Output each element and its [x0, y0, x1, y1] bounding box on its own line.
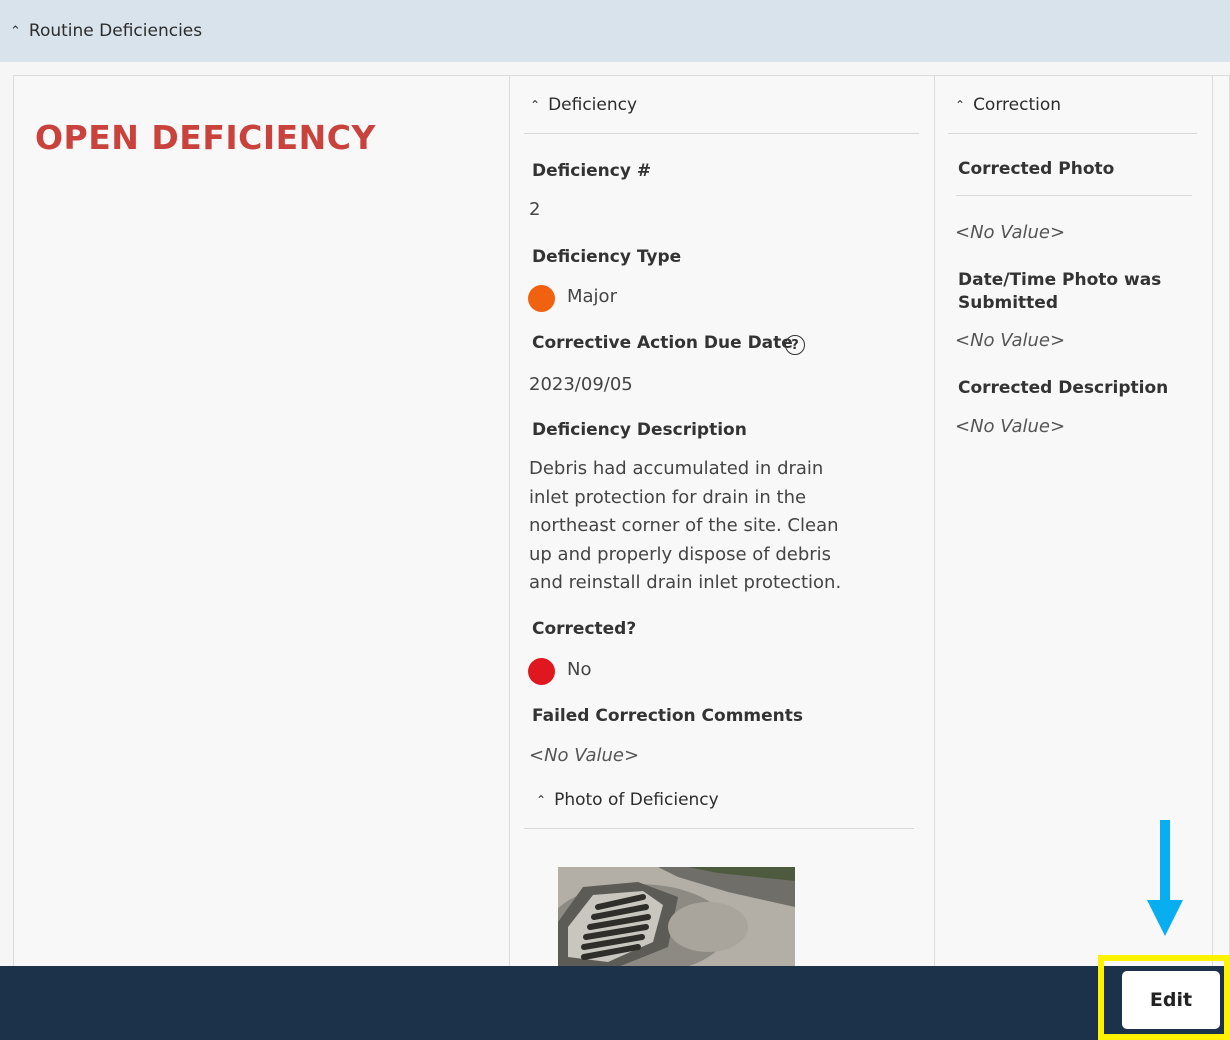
annotation-arrow-icon	[1160, 820, 1170, 902]
section-header-routine-deficiencies[interactable]: ⌃ Routine Deficiencies	[0, 0, 1230, 62]
datetime-label-line: Date/Time Photo was	[958, 270, 1162, 290]
column-divider	[1212, 75, 1213, 975]
deficiency-photo[interactable]	[558, 867, 795, 967]
datetime-label-line: Submitted	[958, 293, 1059, 313]
corrected-description-value: <No Value>	[955, 416, 1066, 437]
deficiency-type-label: Deficiency Type	[532, 247, 682, 267]
divider	[524, 133, 919, 134]
correction-section-toggle[interactable]: ⌃ Correction	[955, 95, 1061, 115]
description-line: up and properly dispose of debris	[529, 543, 832, 565]
correction-section-title: Correction	[973, 95, 1062, 115]
column-divider	[509, 75, 510, 975]
column-divider	[934, 75, 935, 975]
chevron-up-icon: ⌃	[536, 793, 547, 807]
chevron-up-icon: ⌃	[10, 23, 21, 39]
footer-bar	[0, 966, 1230, 1040]
deficiency-number-value: 2	[529, 199, 541, 220]
datetime-label: Date/Time Photo was Submitted	[958, 269, 1161, 315]
chevron-up-icon: ⌃	[530, 98, 541, 112]
section-title: Routine Deficiencies	[28, 21, 203, 41]
photo-section-title: Photo of Deficiency	[554, 790, 719, 810]
drain-photo-image	[558, 867, 795, 967]
divider	[524, 828, 914, 829]
description-line: Debris had accumulated in drain	[529, 458, 824, 479]
corrected-description-label: Corrected Description	[958, 378, 1169, 398]
deficiency-section-toggle[interactable]: ⌃ Deficiency	[530, 95, 637, 115]
photo-section-toggle[interactable]: ⌃ Photo of Deficiency	[536, 790, 719, 810]
corrected-indicator	[528, 658, 555, 685]
datetime-value: <No Value>	[955, 330, 1066, 351]
due-date-value: 2023/09/05	[529, 374, 633, 395]
deficiency-type-indicator	[528, 285, 555, 312]
description-line: inlet protection for drain in the	[529, 486, 807, 508]
deficiency-number-label: Deficiency #	[532, 161, 652, 181]
failed-comments-label: Failed Correction Comments	[532, 706, 804, 726]
description-line: northeast corner of the site. Clean	[529, 515, 839, 536]
corrected-photo-value: <No Value>	[955, 222, 1066, 243]
help-icon[interactable]: ?	[785, 335, 805, 355]
corrected-photo-label: Corrected Photo	[958, 159, 1115, 179]
description-label: Deficiency Description	[532, 420, 747, 440]
failed-comments-value: <No Value>	[529, 745, 640, 766]
deficiency-type-value: Major	[567, 286, 617, 307]
deficiency-section-title: Deficiency	[548, 95, 638, 115]
chevron-up-icon: ⌃	[955, 98, 966, 112]
edit-button[interactable]: Edit	[1122, 971, 1220, 1029]
divider	[948, 133, 1197, 134]
description-value: Debris had accumulated in drain inlet pr…	[529, 455, 869, 598]
due-date-label: Corrective Action Due Date	[532, 333, 793, 353]
divider	[956, 195, 1192, 196]
annotation-arrowhead-icon	[1147, 900, 1183, 936]
corrected-label: Corrected?	[532, 619, 637, 639]
description-line: and reinstall drain inlet protection.	[529, 572, 842, 593]
status-title: OPEN DEFICIENCY	[35, 118, 376, 157]
corrected-value: No	[567, 659, 592, 680]
